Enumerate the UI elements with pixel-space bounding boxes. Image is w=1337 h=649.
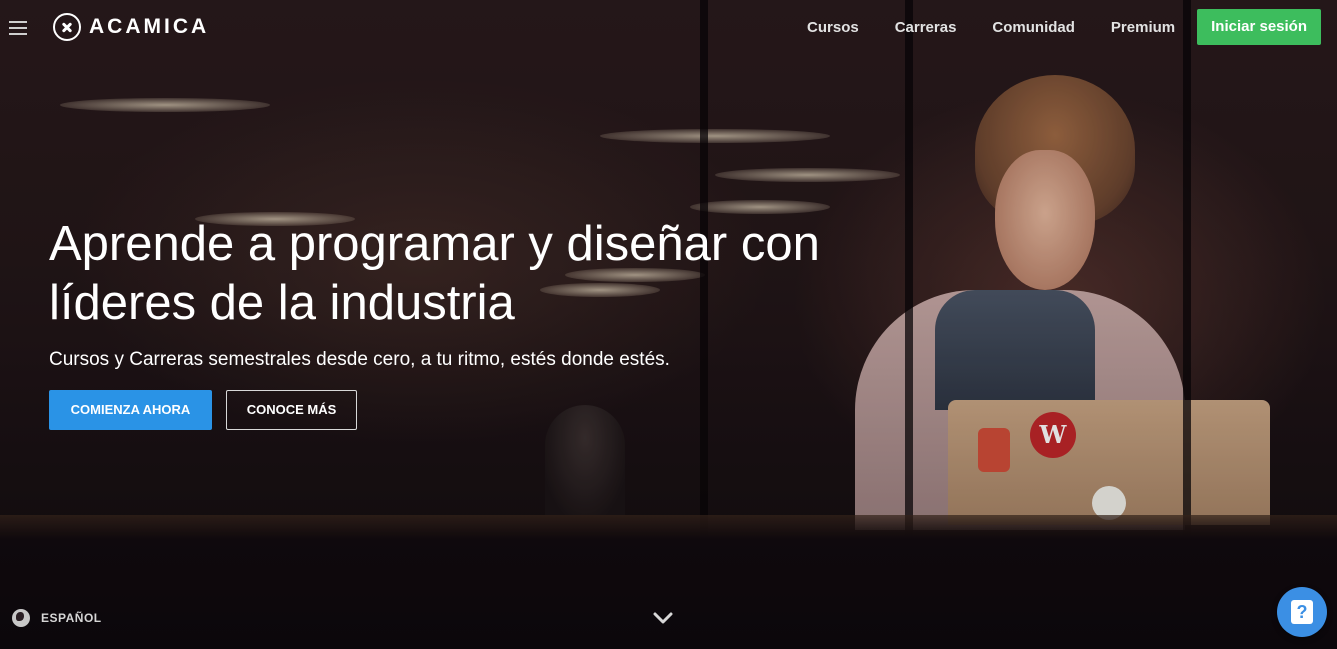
nav-carreras[interactable]: Carreras	[895, 19, 957, 36]
nav-comunidad[interactable]: Comunidad	[992, 19, 1075, 36]
help-icon: ?	[1291, 600, 1313, 624]
hero-subtitle: Cursos y Carreras semestrales desde cero…	[49, 349, 670, 370]
menu-icon[interactable]	[9, 21, 27, 35]
globe-icon	[12, 609, 30, 627]
language-selector[interactable]: ESPAÑOL	[12, 609, 102, 627]
help-button[interactable]: ?	[1277, 587, 1327, 637]
start-now-button[interactable]: COMIENZA AHORA	[49, 390, 212, 430]
chevron-down-icon[interactable]	[653, 611, 673, 625]
acamica-logo-icon	[53, 13, 81, 41]
brand-name: ACAMICA	[89, 15, 210, 38]
nav-cursos[interactable]: Cursos	[807, 19, 859, 36]
hero-title: Aprende a programar y diseñar con lídere…	[49, 217, 820, 330]
acamica-logo[interactable]: ACAMICA	[53, 11, 209, 43]
nav-premium[interactable]: Premium	[1111, 19, 1175, 36]
top-nav: Cursos Carreras Comunidad Premium Inicia…	[771, 9, 1321, 45]
learn-more-button[interactable]: CONOCE MÁS	[226, 390, 357, 430]
language-label: ESPAÑOL	[41, 611, 102, 625]
login-button[interactable]: Iniciar sesión	[1197, 9, 1321, 45]
